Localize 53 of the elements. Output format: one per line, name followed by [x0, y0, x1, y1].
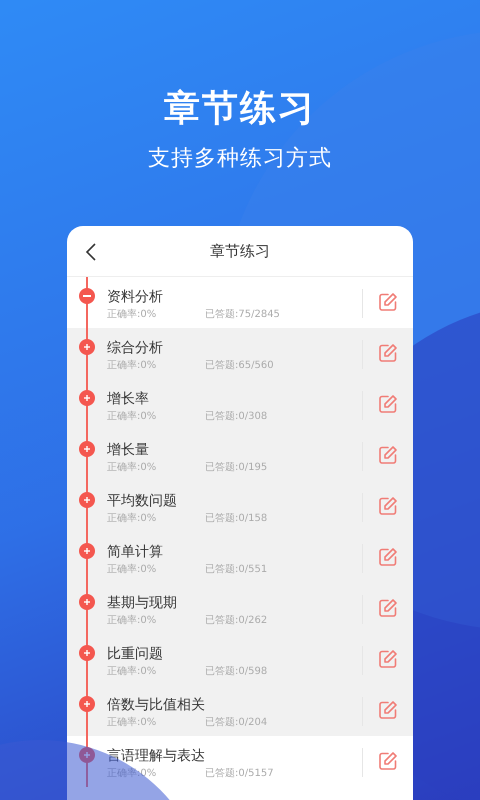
- chapter-title[interactable]: 比重问题: [107, 645, 163, 663]
- accuracy-text: 正确率:0%: [107, 615, 158, 627]
- edit-icon[interactable]: [378, 292, 398, 312]
- accuracy-text: 正确率:0%: [107, 666, 158, 678]
- answered-count: 已答题:75/2845: [205, 309, 280, 321]
- answered-count: 已答题:65/560: [205, 360, 274, 372]
- edit-icon[interactable]: [378, 598, 398, 618]
- chapter-title[interactable]: 平均数问题: [107, 492, 177, 510]
- answered-count: 已答题:0/551: [205, 564, 268, 576]
- accuracy-text: 正确率:0%: [107, 564, 158, 576]
- answered-count: 已答题:0/204: [205, 717, 268, 729]
- edit-icon[interactable]: [378, 751, 398, 771]
- expand-icon[interactable]: [79, 645, 95, 661]
- collapse-icon[interactable]: [79, 288, 95, 304]
- expand-icon[interactable]: [79, 492, 95, 508]
- edit-icon[interactable]: [378, 496, 398, 516]
- answered-count: 已答题:0/158: [205, 513, 268, 525]
- answered-count: 已答题:0/598: [205, 666, 268, 678]
- accuracy-text: 正确率:0%: [107, 411, 158, 423]
- expand-icon[interactable]: [79, 747, 95, 763]
- chapter-title[interactable]: 增长量: [107, 441, 149, 459]
- edit-icon[interactable]: [378, 445, 398, 465]
- chapter-title[interactable]: 言语理解与表达: [107, 747, 205, 765]
- chapter-title[interactable]: 基期与现期: [107, 594, 177, 612]
- promo-title: 章节练习: [164, 87, 316, 131]
- edit-icon[interactable]: [378, 547, 398, 567]
- expand-icon[interactable]: [79, 594, 95, 610]
- edit-icon[interactable]: [378, 700, 398, 720]
- chapter-title[interactable]: 综合分析: [107, 339, 163, 357]
- expand-icon[interactable]: [79, 390, 95, 406]
- expand-icon[interactable]: [79, 339, 95, 355]
- answered-count: 已答题:0/195: [205, 462, 268, 474]
- edit-icon[interactable]: [378, 394, 398, 414]
- edit-icon[interactable]: [378, 343, 398, 363]
- accuracy-text: 正确率:0%: [107, 309, 158, 321]
- accuracy-text: 正确率:0%: [107, 513, 158, 525]
- back-icon[interactable]: [85, 243, 97, 261]
- answered-count: 已答题:0/5157: [205, 768, 274, 780]
- expand-icon[interactable]: [79, 696, 95, 712]
- chapter-title[interactable]: 倍数与比值相关: [107, 696, 205, 714]
- screen-title: 章节练习: [210, 242, 270, 260]
- accuracy-text: 正确率:0%: [107, 717, 158, 729]
- expand-icon[interactable]: [79, 441, 95, 457]
- chapter-title[interactable]: 增长率: [107, 390, 149, 408]
- chapter-title[interactable]: 资料分析: [107, 288, 163, 306]
- accuracy-text: 正确率:0%: [107, 360, 158, 372]
- promo-subtitle: 支持多种练习方式: [148, 145, 332, 173]
- expand-icon[interactable]: [79, 543, 95, 559]
- edit-icon[interactable]: [378, 649, 398, 669]
- answered-count: 已答题:0/308: [205, 411, 268, 423]
- accuracy-text: 正确率:0%: [107, 462, 158, 474]
- answered-count: 已答题:0/262: [205, 615, 268, 627]
- chapter-title[interactable]: 简单计算: [107, 543, 163, 561]
